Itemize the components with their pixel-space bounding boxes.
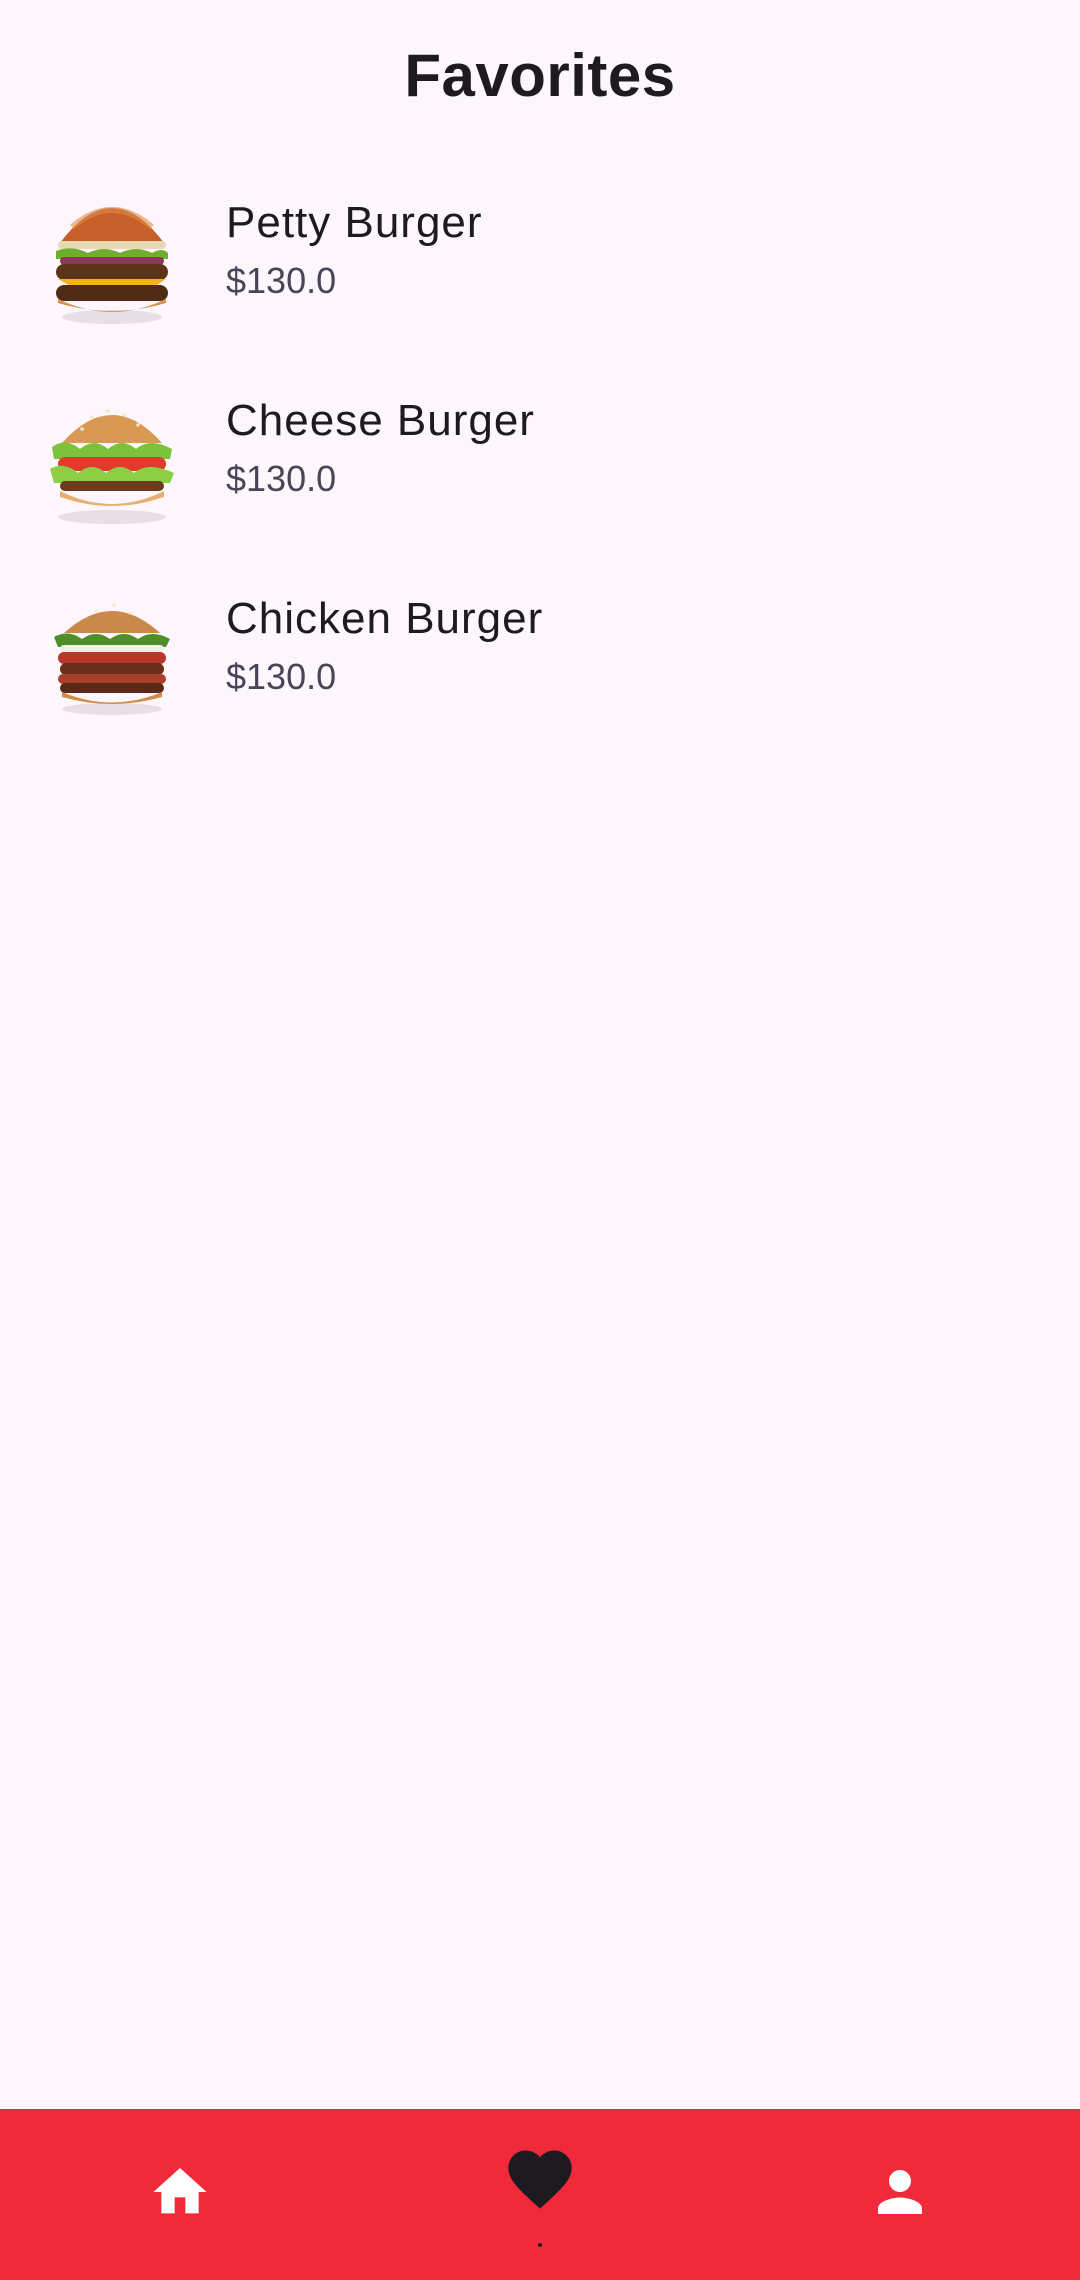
- list-item[interactable]: Chicken Burger $130.0: [0, 551, 1080, 749]
- item-text: Cheese Burger $130.0: [226, 393, 535, 503]
- nav-profile-button[interactable]: [780, 2109, 1020, 2280]
- page-title: Favorites: [404, 41, 676, 109]
- item-price: $130.0: [226, 458, 337, 499]
- burger-cheese-lettuce-image: [42, 377, 182, 527]
- app-bar: Favorites: [0, 0, 1080, 150]
- bottom-navigation-bar: [0, 2109, 1080, 2280]
- item-name: Chicken Burger: [226, 594, 544, 643]
- item-price: $130.0: [226, 656, 337, 697]
- nav-favorites-button[interactable]: [420, 2109, 660, 2280]
- item-name: Cheese Burger: [226, 396, 535, 445]
- burger-chicken-image: [42, 575, 182, 725]
- item-text: Chicken Burger $130.0: [226, 591, 543, 701]
- burger-double-patty-image: [42, 179, 182, 329]
- home-icon: [148, 2160, 212, 2229]
- item-name: Petty Burger: [226, 198, 483, 247]
- item-price: $130.0: [226, 260, 337, 301]
- person-icon: [867, 2159, 933, 2230]
- item-text: Petty Burger $130.0: [226, 195, 483, 305]
- nav-home-button[interactable]: [60, 2109, 300, 2280]
- selected-indicator-dot: [538, 2243, 542, 2247]
- heart-icon: [502, 2150, 578, 2222]
- list-item[interactable]: Cheese Burger $130.0: [0, 353, 1080, 551]
- favorites-list: Petty Burger $130.0 Cheese Burger $130.0…: [0, 155, 1080, 749]
- list-item[interactable]: Petty Burger $130.0: [0, 155, 1080, 353]
